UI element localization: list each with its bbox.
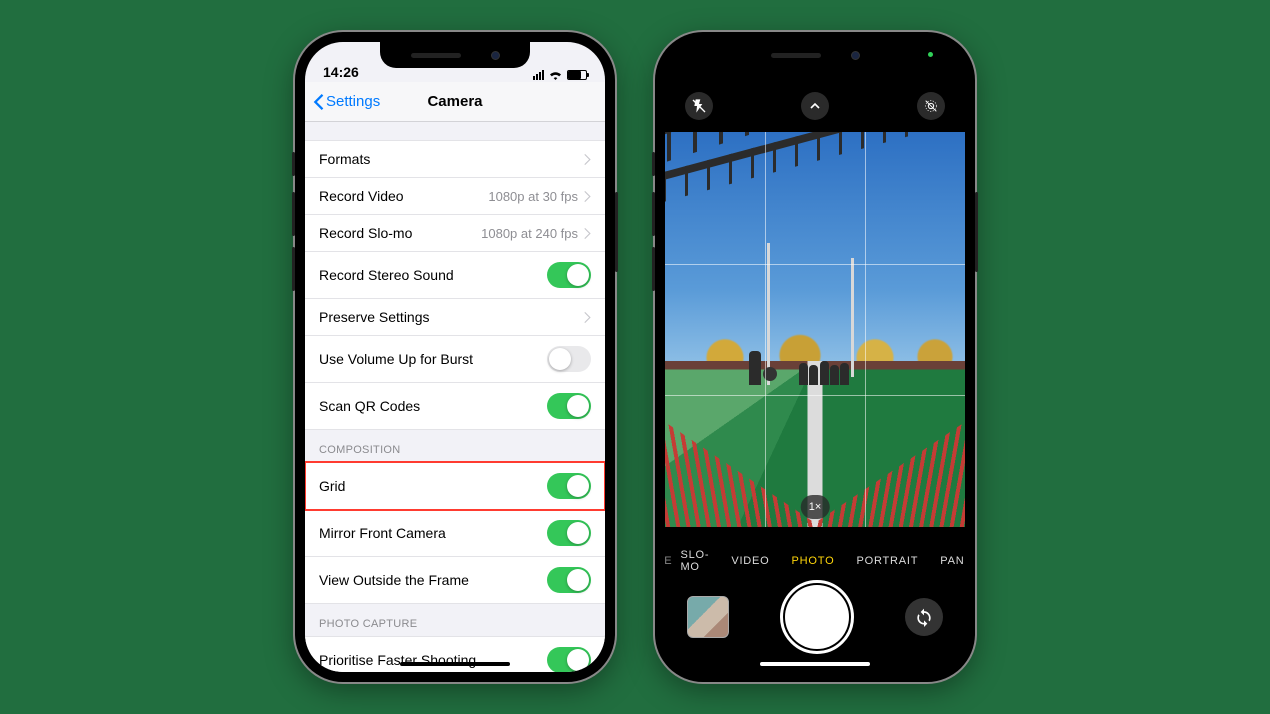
phone-settings: 14:26 Settings Camera Formats Record Vide…	[295, 32, 615, 682]
row-value: 1080p at 240 fps	[481, 226, 591, 241]
shutter-button[interactable]	[785, 585, 849, 649]
live-photo-button[interactable]	[917, 92, 945, 120]
flash-button[interactable]	[685, 92, 713, 120]
home-indicator[interactable]	[400, 662, 510, 666]
toggle-switch[interactable]	[547, 520, 591, 546]
mode-slomo[interactable]: SLO-MO	[680, 549, 709, 573]
toggle-switch[interactable]	[547, 393, 591, 419]
row-label: Record Video	[319, 188, 404, 204]
row-label: View Outside the Frame	[319, 572, 469, 588]
mode-photo[interactable]: PHOTO	[792, 555, 835, 567]
toggle-switch[interactable]	[547, 647, 591, 672]
battery-icon	[567, 70, 587, 80]
chevron-up-icon	[807, 98, 823, 114]
row-label: Grid	[319, 478, 345, 494]
row-prioritise-faster-shooting[interactable]: Prioritise Faster Shooting	[305, 636, 605, 672]
flip-camera-icon	[914, 607, 934, 627]
chevron-right-icon	[584, 312, 591, 323]
row-view-outside-the-frame[interactable]: View Outside the Frame	[305, 557, 605, 604]
section-header-photo-capture: PHOTO CAPTURE	[305, 604, 605, 636]
row-label: Mirror Front Camera	[319, 525, 446, 541]
toggle-switch[interactable]	[547, 567, 591, 593]
scene-preview	[665, 132, 965, 527]
row-scan-qr-codes[interactable]: Scan QR Codes	[305, 383, 605, 430]
row-mirror-front-camera[interactable]: Mirror Front Camera	[305, 510, 605, 557]
row-record-stereo-sound[interactable]: Record Stereo Sound	[305, 252, 605, 299]
cellular-icon	[533, 70, 544, 80]
back-label: Settings	[326, 93, 380, 110]
row-value	[584, 154, 591, 165]
nav-bar: Settings Camera	[305, 82, 605, 122]
row-label: Record Slo-mo	[319, 225, 412, 241]
mode-video[interactable]: VIDEO	[731, 555, 769, 567]
page-title: Camera	[427, 93, 482, 110]
phone-camera: 1× SE SLO-MO VIDEO PHOTO PORTRAIT PANO	[655, 32, 975, 682]
settings-list[interactable]: FormatsRecord Video1080p at 30 fpsRecord…	[305, 122, 605, 672]
toggle-switch[interactable]	[547, 262, 591, 288]
row-value	[584, 312, 591, 323]
row-grid[interactable]: Grid	[305, 462, 605, 510]
row-use-volume-up-for-burst[interactable]: Use Volume Up for Burst	[305, 336, 605, 383]
flash-off-icon	[691, 98, 707, 114]
toggle-switch[interactable]	[547, 346, 591, 372]
camera-bottom-bar	[665, 580, 965, 654]
back-button[interactable]: Settings	[313, 93, 380, 110]
section-header-composition: COMPOSITION	[305, 430, 605, 462]
home-indicator[interactable]	[760, 662, 870, 666]
chevron-right-icon	[584, 191, 591, 202]
last-photo-thumbnail[interactable]	[687, 596, 729, 638]
row-label: Record Stereo Sound	[319, 267, 454, 283]
row-preserve-settings[interactable]: Preserve Settings	[305, 299, 605, 336]
chevron-left-icon	[313, 94, 324, 110]
row-record-video[interactable]: Record Video 1080p at 30 fps	[305, 178, 605, 215]
row-label: Use Volume Up for Burst	[319, 351, 473, 367]
camera-active-indicator-icon	[928, 52, 933, 57]
mode-pano[interactable]: PANO	[940, 555, 965, 567]
chevron-right-icon	[584, 154, 591, 165]
mode-portrait[interactable]: PORTRAIT	[856, 555, 918, 567]
row-label: Formats	[319, 151, 370, 167]
mode-selector[interactable]: SE SLO-MO VIDEO PHOTO PORTRAIT PANO	[665, 546, 965, 576]
row-label: Scan QR Codes	[319, 398, 420, 414]
live-photo-off-icon	[923, 98, 939, 114]
row-formats[interactable]: Formats	[305, 140, 605, 178]
toggle-switch[interactable]	[547, 473, 591, 499]
zoom-button[interactable]: 1×	[801, 495, 830, 519]
row-value: 1080p at 30 fps	[488, 189, 591, 204]
mode-partial: SE	[665, 555, 672, 567]
status-icons	[533, 69, 587, 80]
viewfinder[interactable]: 1×	[665, 132, 965, 527]
row-label: Preserve Settings	[319, 309, 430, 325]
status-time: 14:26	[323, 64, 359, 80]
row-record-slo-mo[interactable]: Record Slo-mo 1080p at 240 fps	[305, 215, 605, 252]
chevron-right-icon	[584, 228, 591, 239]
wifi-icon	[548, 69, 563, 80]
flip-camera-button[interactable]	[905, 598, 943, 636]
camera-controls-expand-button[interactable]	[801, 92, 829, 120]
